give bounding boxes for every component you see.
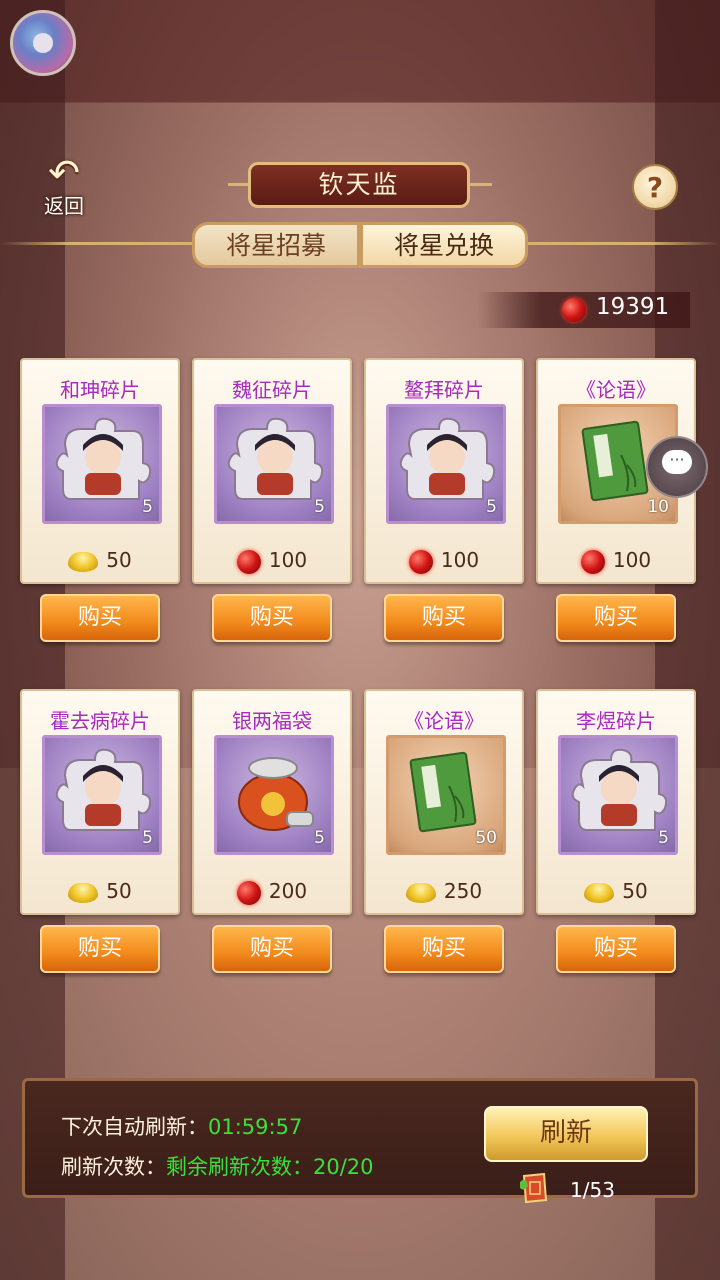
red-gem-icon xyxy=(236,549,261,574)
item-quantity: 5 xyxy=(658,828,669,848)
currency-amount: 19391 xyxy=(596,294,670,320)
buy-button[interactable]: 购买 xyxy=(40,925,160,973)
shop-item-card[interactable]: 银两福袋 5 200 xyxy=(192,689,352,915)
item-icon-frame[interactable]: 5 xyxy=(42,735,162,855)
item-price: 50 xyxy=(22,879,178,903)
question-icon: ? xyxy=(646,170,664,204)
silver-bag-icon xyxy=(227,746,323,838)
chat-bubble-icon[interactable] xyxy=(646,436,708,498)
tab-recruit[interactable]: 将星招募 xyxy=(192,222,360,268)
item-quantity: 10 xyxy=(647,497,669,517)
item-price-value: 50 xyxy=(106,548,132,572)
item-price: 50 xyxy=(538,879,694,903)
hero-fragment-icon xyxy=(227,415,324,507)
item-price: 100 xyxy=(366,548,522,574)
item-icon-frame[interactable]: 50 xyxy=(386,735,506,855)
item-price-value: 250 xyxy=(443,879,483,903)
settings-gear-icon[interactable] xyxy=(10,10,76,76)
item-price: 50 xyxy=(22,548,178,572)
refresh-count-value: 剩余刷新次数：20/20 xyxy=(166,1155,374,1179)
refresh-count-label: 刷新次数： xyxy=(61,1155,166,1179)
item-name: 李煜碎片 xyxy=(576,709,656,733)
item-quantity: 5 xyxy=(142,828,153,848)
item-price: 250 xyxy=(366,879,522,903)
item-icon-frame[interactable]: 5 xyxy=(214,404,334,524)
shop-item-card[interactable]: 李煜碎片 5 50 xyxy=(536,689,696,915)
item-name: 《论语》 xyxy=(576,378,656,402)
red-gem-icon xyxy=(236,880,261,905)
item-name: 和珅碎片 xyxy=(60,378,140,402)
gold-ingot-icon xyxy=(68,882,99,903)
item-quantity: 5 xyxy=(314,497,325,517)
item-icon-frame[interactable]: 5 xyxy=(214,735,334,855)
shop-item-card[interactable]: 《论语》 50 250 xyxy=(364,689,524,915)
hero-fragment-icon xyxy=(55,415,152,507)
buy-button[interactable]: 购买 xyxy=(212,594,332,642)
refresh-button[interactable]: 刷新 xyxy=(484,1106,648,1162)
back-label: 返回 xyxy=(44,194,84,218)
hero-fragment-icon xyxy=(55,746,152,838)
item-price: 100 xyxy=(538,548,694,574)
item-quantity: 5 xyxy=(486,497,497,517)
shop-item-card[interactable]: 魏征碎片 5 100 xyxy=(192,358,352,584)
item-name: 《论语》 xyxy=(404,709,484,733)
back-arrow-icon: ↶ xyxy=(48,151,80,195)
item-price-value: 100 xyxy=(612,548,652,572)
buy-button[interactable]: 购买 xyxy=(40,594,160,642)
buy-button[interactable]: 购买 xyxy=(384,594,504,642)
shop-item-card[interactable]: 鳌拜碎片 5 100 xyxy=(364,358,524,584)
item-price-value: 100 xyxy=(440,548,480,572)
item-quantity: 50 xyxy=(475,828,497,848)
item-price: 200 xyxy=(194,879,350,905)
back-button[interactable]: ↶ 返回 xyxy=(32,151,96,219)
ticket-count: 1/53 xyxy=(570,1178,615,1202)
refresh-ticket-icon xyxy=(520,1172,548,1204)
shop-item-card[interactable]: 和珅碎片 5 50 xyxy=(20,358,180,584)
gold-ingot-icon xyxy=(68,551,99,572)
help-button[interactable]: ? xyxy=(632,164,678,210)
next-refresh-row: 下次自动刷新：01:59:57 xyxy=(61,1111,302,1141)
item-quantity: 5 xyxy=(314,828,325,848)
shop-item-card[interactable]: 霍去病碎片 5 50 xyxy=(20,689,180,915)
item-price-value: 50 xyxy=(622,879,648,903)
currency-display: 19391 xyxy=(478,292,690,328)
item-name: 霍去病碎片 xyxy=(50,709,150,733)
gold-ingot-icon xyxy=(584,882,615,903)
red-gem-icon xyxy=(580,549,605,574)
item-icon-frame[interactable]: 5 xyxy=(386,404,506,524)
item-name: 魏征碎片 xyxy=(232,378,312,402)
buy-button[interactable]: 购买 xyxy=(556,925,676,973)
hero-fragment-icon xyxy=(399,415,496,507)
red-gem-icon xyxy=(562,298,586,322)
buy-button[interactable]: 购买 xyxy=(384,925,504,973)
hero-fragment-icon xyxy=(571,746,668,838)
item-name: 银两福袋 xyxy=(232,709,312,733)
item-name: 鳌拜碎片 xyxy=(404,378,484,402)
red-gem-icon xyxy=(408,549,433,574)
next-refresh-label: 下次自动刷新： xyxy=(61,1115,208,1139)
book-icon xyxy=(399,746,495,838)
item-icon-frame[interactable]: 5 xyxy=(558,735,678,855)
item-price: 100 xyxy=(194,548,350,574)
tab-exchange[interactable]: 将星兑换 xyxy=(360,222,528,268)
item-price-value: 50 xyxy=(106,879,132,903)
next-refresh-timer: 01:59:57 xyxy=(208,1115,303,1139)
gold-ingot-icon xyxy=(405,882,436,903)
item-price-value: 200 xyxy=(268,879,308,903)
buy-button[interactable]: 购买 xyxy=(212,925,332,973)
item-icon-frame[interactable]: 5 xyxy=(42,404,162,524)
page-title: 钦天监 xyxy=(248,162,470,208)
item-price-value: 100 xyxy=(268,548,308,572)
item-quantity: 5 xyxy=(142,497,153,517)
refresh-count-row: 刷新次数：剩余刷新次数：20/20 xyxy=(61,1151,374,1181)
buy-button[interactable]: 购买 xyxy=(556,594,676,642)
